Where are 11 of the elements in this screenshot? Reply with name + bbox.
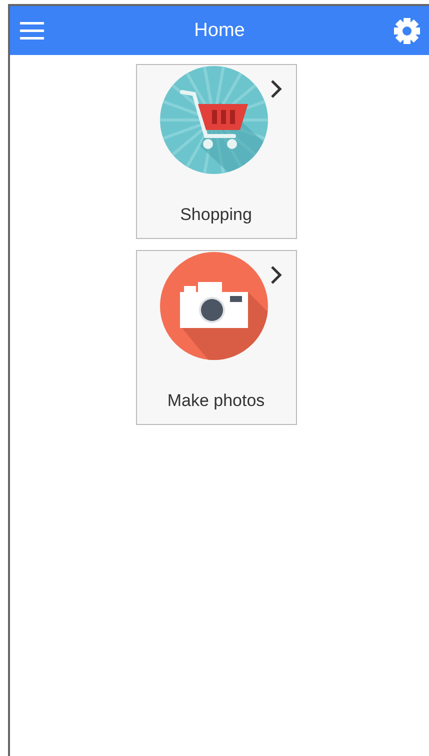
chevron-right-icon	[270, 79, 282, 99]
settings-icon[interactable]	[393, 16, 421, 44]
tile-card[interactable]: Shopping	[136, 64, 296, 239]
chevron-right-icon	[270, 265, 282, 285]
page-title: Home	[194, 20, 245, 42]
tile-label: Make photos	[167, 391, 265, 411]
shopping-cart-icon	[160, 66, 268, 174]
tile-card[interactable]: Make photos	[136, 250, 296, 425]
camera-icon	[160, 252, 268, 360]
menu-icon[interactable]	[20, 22, 44, 40]
tile-label: Shopping	[180, 205, 252, 225]
